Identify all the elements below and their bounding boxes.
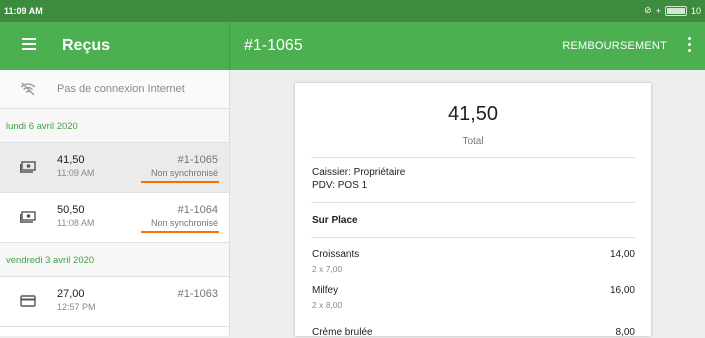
wifi-off-icon xyxy=(20,82,36,96)
receipt-time: 12:57 PM xyxy=(57,302,96,312)
item-price: 16,00 xyxy=(609,285,635,296)
divider xyxy=(311,157,635,158)
refund-button[interactable]: REMBOURSEMENT xyxy=(562,40,667,52)
offline-banner: Pas de connexion Internet xyxy=(0,70,229,109)
date-header: lundi 6 avril 2020 xyxy=(0,109,229,143)
divider xyxy=(311,202,635,203)
app-title: Reçus xyxy=(62,37,111,54)
cashier-line: Caissier: Propriétaire xyxy=(312,167,406,178)
item-price: 14,00 xyxy=(609,249,635,260)
item-qty: 2 x 8,00 xyxy=(312,300,343,310)
status-icons: ⊘ + 10 xyxy=(644,5,701,16)
date-label: lundi 6 avril 2020 xyxy=(6,121,78,132)
receipt-title: #1-1065 xyxy=(244,37,303,54)
date-header: vendredi 3 avril 2020 xyxy=(0,243,229,277)
receipt-total-label: Total xyxy=(462,136,484,147)
receipts-list: Pas de connexion Internet lundi 6 avril … xyxy=(0,70,230,336)
more-options-icon[interactable] xyxy=(688,37,692,55)
item-name: Crème brulée xyxy=(312,327,373,338)
battery-level: 10 xyxy=(690,5,701,16)
appbar-divider xyxy=(229,22,230,70)
menu-icon[interactable] xyxy=(22,38,36,50)
sync-status: Non synchronisé xyxy=(150,218,218,228)
receipt-number: #1-1064 xyxy=(177,204,218,216)
cash-icon xyxy=(20,211,36,223)
card-icon xyxy=(20,295,36,307)
no-signal-icon: ⊘ xyxy=(644,5,652,15)
receipt-paper: 41,50 Total Caissier: Propriétaire PDV: … xyxy=(295,83,651,338)
receipt-number: #1-1063 xyxy=(177,288,218,300)
divider xyxy=(311,237,635,238)
receipt-row[interactable]: 27,00 12:57 PM #1-1063 xyxy=(0,277,229,327)
item-name: Milfey xyxy=(312,285,339,296)
sync-status: Non synchronisé xyxy=(150,168,218,178)
battery-icon xyxy=(664,5,687,16)
receipt-amount: 27,00 xyxy=(57,288,85,300)
app-bar: Reçus #1-1065 REMBOURSEMENT xyxy=(0,22,705,70)
dining-option: Sur Place xyxy=(312,215,358,226)
receipt-amount: 50,50 xyxy=(57,204,85,216)
receipt-total: 41,50 xyxy=(447,103,499,125)
receipt-time: 11:09 AM xyxy=(57,168,95,178)
status-bar: 11:09 AM ⊘ + 10 xyxy=(0,0,705,22)
item-name: Croissants xyxy=(312,249,360,260)
charging-icon: + xyxy=(655,5,661,16)
item-price: 8,00 xyxy=(615,327,635,338)
unsynced-underline xyxy=(141,231,219,233)
pos-line: PDV: POS 1 xyxy=(312,180,368,191)
date-label: vendredi 3 avril 2020 xyxy=(6,255,95,266)
offline-text: Pas de connexion Internet xyxy=(57,83,185,95)
unsynced-underline xyxy=(141,181,219,183)
receipt-amount: 41,50 xyxy=(57,154,85,166)
cash-icon xyxy=(20,161,36,173)
item-qty: 2 x 7,00 xyxy=(312,264,343,274)
receipt-row[interactable]: 41,50 11:09 AM #1-1065 Non synchronisé xyxy=(0,143,229,193)
receipt-number: #1-1065 xyxy=(177,154,218,166)
status-time: 11:09 AM xyxy=(4,6,43,16)
receipt-time: 11:08 AM xyxy=(57,218,95,228)
receipt-row[interactable]: 50,50 11:08 AM #1-1064 Non synchronisé xyxy=(0,193,229,243)
